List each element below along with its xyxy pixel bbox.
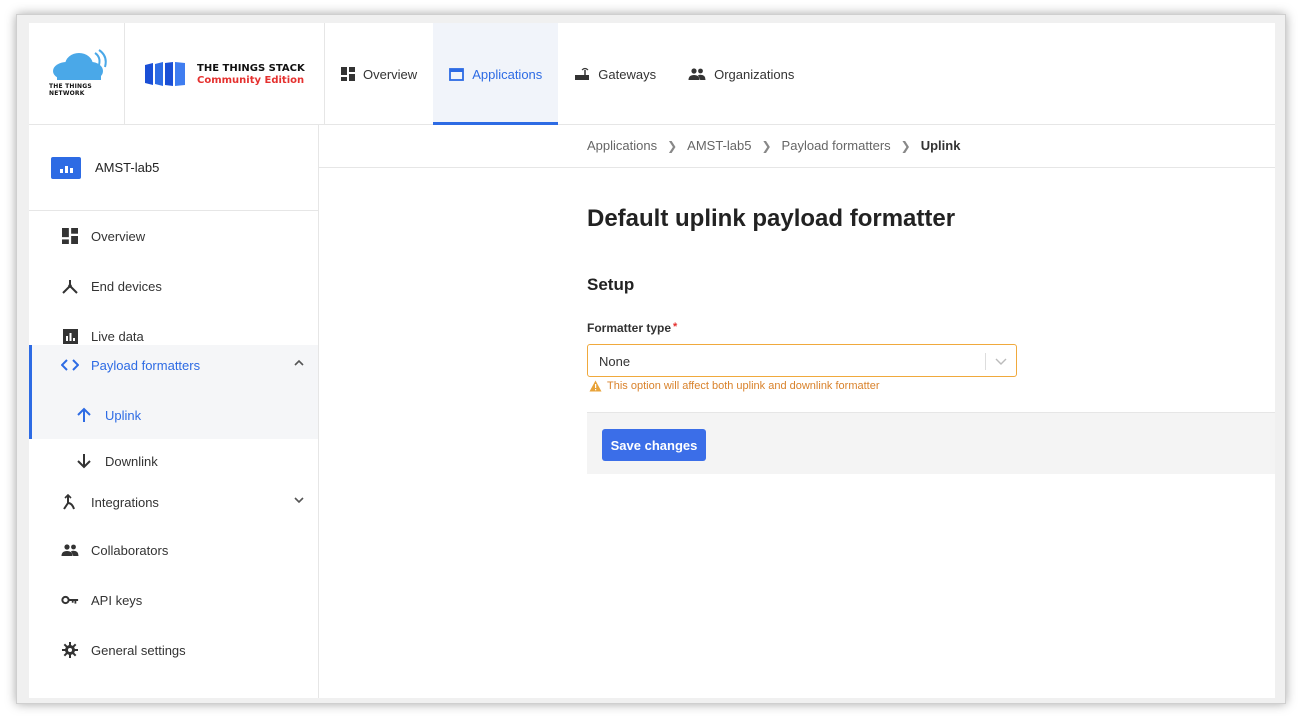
breadcrumb: Applications ❯ AMST-lab5 ❯ Payload forma…: [587, 138, 960, 153]
arrow-down-icon: [77, 454, 91, 469]
nav-overview[interactable]: Overview: [325, 23, 433, 125]
chevron-down-icon[interactable]: [995, 356, 1007, 366]
app-window: THE THINGS NETWORK THE THINGS STACK Comm…: [29, 23, 1275, 698]
breadcrumb-applications[interactable]: Applications: [587, 138, 657, 153]
nav-label: Organizations: [714, 66, 795, 82]
devices-icon: [62, 280, 78, 294]
sidebar-item-payload-formatters[interactable]: Payload formatters: [29, 345, 318, 385]
sidebar-item-label: API keys: [91, 592, 143, 608]
save-changes-button[interactable]: Save changes: [602, 429, 706, 461]
chevron-right-icon: ❯: [900, 138, 911, 153]
breadcrumb-current: Uplink: [920, 138, 961, 153]
chevron-up-icon: [294, 359, 304, 366]
grid-icon: [341, 67, 355, 81]
select-value: None: [599, 354, 631, 369]
nav-applications[interactable]: Applications: [433, 23, 559, 125]
sidebar-item-label: End devices: [91, 278, 162, 294]
chevron-right-icon: ❯: [667, 138, 678, 153]
sidebar-item-general-settings[interactable]: General settings: [29, 630, 318, 670]
section-title: Setup: [587, 275, 635, 294]
sidebar-item-label: Live data: [91, 328, 144, 344]
sidebar-item-downlink[interactable]: Downlink: [29, 441, 318, 481]
nav-gateways[interactable]: Gateways: [558, 23, 672, 125]
chevron-down-icon: [294, 497, 304, 504]
formatter-type-select[interactable]: None: [587, 344, 1017, 377]
merge-icon: [63, 494, 75, 510]
page-title: Default uplink payload formatter: [587, 205, 956, 232]
sidebar-item-end-devices[interactable]: End devices: [29, 266, 318, 306]
gear-icon: [62, 642, 78, 658]
nav-label: Applications: [472, 66, 543, 82]
formatter-warning: This option will affect both uplink and …: [589, 380, 880, 392]
chevron-right-icon: ❯: [761, 138, 772, 153]
required-mark: *: [673, 321, 678, 333]
top-nav: Overview Applications Gateways Organizat…: [325, 23, 810, 125]
sidebar-item-integrations[interactable]: Integrations: [29, 482, 318, 522]
stack-title: THE THINGS STACK: [197, 63, 305, 74]
cloud-icon: [53, 49, 107, 80]
form-actions: Save changes: [587, 412, 1275, 474]
stack-subtitle: Community Edition: [197, 75, 305, 86]
sidebar-item-api-keys[interactable]: API keys: [29, 580, 318, 620]
sidebar-item-label: Overview: [91, 228, 146, 244]
sidebar-app-header[interactable]: AMST-lab5: [29, 125, 318, 211]
router-icon: [575, 67, 590, 80]
sidebar-item-uplink[interactable]: Uplink: [29, 392, 318, 438]
code-icon: [61, 359, 79, 371]
sidebar-item-collaborators[interactable]: Collaborators: [29, 530, 318, 570]
app-name: AMST-lab5: [95, 160, 160, 175]
people-icon: [688, 68, 706, 80]
nav-organizations[interactable]: Organizations: [672, 23, 810, 125]
sidebar: AMST-lab5 Overview End devices Live data…: [29, 125, 319, 698]
top-header: THE THINGS NETWORK THE THINGS STACK Comm…: [29, 23, 1275, 125]
breadcrumb-app[interactable]: AMST-lab5: [687, 138, 751, 153]
nav-label: Gateways: [598, 66, 657, 82]
breadcrumb-bar: Applications ❯ AMST-lab5 ❯ Payload forma…: [319, 125, 1275, 168]
screenshot-frame: THE THINGS NETWORK THE THINGS STACK Comm…: [16, 14, 1286, 704]
warning-text: This option will affect both uplink and …: [607, 380, 880, 392]
sidebar-item-overview[interactable]: Overview: [29, 216, 318, 256]
window-icon: [449, 67, 465, 81]
select-divider: [985, 353, 986, 370]
application-icon: [51, 156, 81, 179]
nav-label: Overview: [363, 66, 418, 82]
sidebar-item-label: Collaborators: [91, 542, 169, 558]
sidebar-item-label: General settings: [91, 642, 186, 658]
grid-icon: [62, 228, 78, 244]
formatter-type-label: Formatter type *: [587, 321, 677, 335]
people-icon: [61, 544, 79, 556]
stack-logo-icon: [145, 62, 185, 86]
sidebar-item-label: Integrations: [91, 494, 159, 510]
ttn-logo[interactable]: THE THINGS NETWORK: [29, 23, 125, 125]
arrow-up-icon: [77, 407, 91, 422]
key-icon: [61, 595, 79, 605]
field-label-text: Formatter type: [587, 321, 672, 335]
warning-icon: [589, 380, 602, 392]
sidebar-item-label: Downlink: [105, 453, 158, 469]
ttn-wordmark: THE THINGS NETWORK: [49, 83, 92, 97]
sidebar-item-label: Uplink: [105, 407, 142, 423]
sidebar-item-label: Payload formatters: [91, 357, 201, 373]
stack-logo[interactable]: THE THINGS STACK Community Edition: [125, 23, 325, 125]
chart-icon: [62, 328, 78, 344]
breadcrumb-payload-formatters[interactable]: Payload formatters: [782, 138, 891, 153]
